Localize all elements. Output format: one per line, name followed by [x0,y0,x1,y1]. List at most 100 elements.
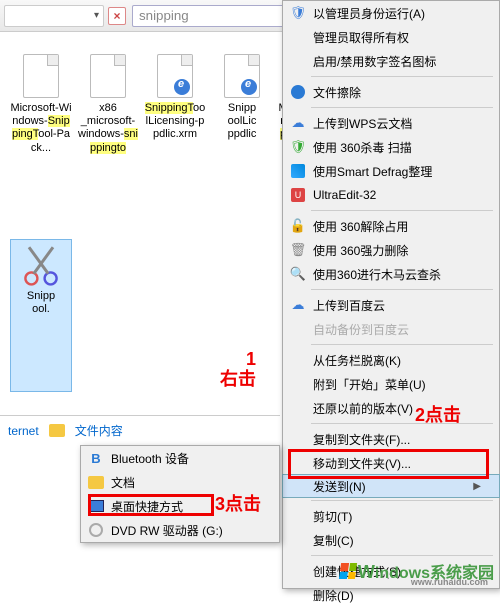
file-content-link[interactable]: 文件内容 [75,422,123,439]
menu-item-label: 使用 360强力删除 [313,242,408,259]
menu-item[interactable]: UUltraEdit-32 [283,183,499,207]
context-menu-main: 🛡以管理员身份运行(A)管理员取得所有权启用/禁用数字签名图标文件擦除☁上传到W… [282,0,500,589]
menu-item[interactable]: 🛡 以管理员身份运行(A) [283,1,499,25]
menu-item[interactable]: 使用Smart Defrag整理 [283,159,499,183]
clear-icon[interactable]: × [108,7,126,25]
menu-item[interactable]: 发送到(N) ▶ [282,474,500,498]
menu-item[interactable]: 附到「开始」菜单(U) [283,372,499,396]
watermark: Windows系统家园 www.ruhaidu.com [340,559,494,583]
filter-dropdown[interactable]: ▾ [4,5,104,27]
menu-item-icon: ☁ [289,296,307,314]
file-icon [151,52,199,100]
menu-item-label: DVD RW 驱动器 (G:) [111,522,223,539]
file-item[interactable]: SnippingToolLicensing-ppdlic.xrm [144,52,206,229]
menu-item[interactable]: 桌面快捷方式 [81,494,279,518]
file-item[interactable]: SnippoolLicppdlic [211,52,273,229]
submenu-arrow-icon: ▶ [473,481,481,492]
menu-item[interactable]: 文件擦除 [283,80,499,104]
menu-item-label: 剪切(T) [313,508,352,525]
menu-item[interactable]: BBluetooth 设备 [81,446,279,470]
menu-item[interactable]: DVD RW 驱动器 (G:) [81,518,279,542]
file-label: Microsoft-Windows-SnippingTool-Pack... [10,102,72,155]
menu-item-label: 移动到文件夹(V)... [313,455,411,472]
menu-item-icon: 🛡 [289,4,307,22]
file-label: SnippoolLicppdlic [228,102,257,142]
menu-item-label: 以管理员身份运行(A) [313,5,425,22]
menu-item-label: 发送到(N) [313,478,366,495]
menu-item-icon: 🗑 [289,241,307,259]
file-label: Snippool. [27,290,55,316]
menu-item[interactable]: 🔓 使用 360解除占用 [283,214,499,238]
menu-item-icon [289,320,307,338]
menu-separator [311,210,493,211]
menu-separator [311,555,493,556]
menu-item[interactable]: ☁上传到WPS云文档 [283,111,499,135]
file-icon [17,52,65,100]
menu-item-icon [289,454,307,472]
menu-item[interactable]: 🗑 使用 360强力删除 [283,238,499,262]
menu-separator [311,344,493,345]
menu-item-icon [289,162,307,180]
menu-separator [311,423,493,424]
menu-separator [311,76,493,77]
menu-item-label: 使用360进行木马云查杀 [313,266,441,283]
menu-item-label: 复制(C) [313,532,354,549]
file-item[interactable]: Snippool. [10,239,72,392]
menu-item-icon [289,531,307,549]
folder-icon [49,424,65,437]
menu-item-icon [289,375,307,393]
menu-item-label: 使用 360杀毒 扫描 [313,139,412,156]
menu-item-label: UltraEdit-32 [313,188,376,202]
menu-item[interactable]: 复制(C) [283,528,499,552]
menu-item[interactable]: 剪切(T) [283,504,499,528]
menu-item-label: 使用 360解除占用 [313,218,408,235]
menu-item-icon [289,83,307,101]
menu-item-icon: 🔓 [289,217,307,235]
menu-item-icon [87,521,105,539]
menu-item[interactable]: 移动到文件夹(V)... [283,451,499,475]
menu-item-icon [289,28,307,46]
menu-item[interactable]: 文档 [81,470,279,494]
menu-item[interactable]: 从任务栏脱离(K) [283,348,499,372]
file-icon [84,52,132,100]
menu-item-label: 自动备份到百度云 [313,321,409,338]
menu-item[interactable]: ☁上传到百度云 [283,293,499,317]
file-item[interactable]: Microsoft-Windows-SnippingTool-Pack... [10,52,72,229]
menu-item-icon: 🔍 [289,265,307,283]
menu-item[interactable]: 启用/禁用数字签名图标 [283,49,499,73]
menu-item-label: 桌面快捷方式 [111,498,183,515]
menu-separator [311,107,493,108]
menu-item[interactable]: 🛡 使用 360杀毒 扫描 [283,135,499,159]
menu-item[interactable]: 复制到文件夹(F)... [283,427,499,451]
menu-item-icon [87,497,105,515]
menu-item-icon: 🛡 [289,138,307,156]
menu-item[interactable]: 管理员取得所有权 [283,25,499,49]
menu-item-label: 文档 [111,474,135,491]
menu-item-icon [289,562,307,580]
menu-item-label: 复制到文件夹(F)... [313,431,410,448]
menu-item[interactable]: 还原以前的版本(V) [283,396,499,420]
menu-item-icon [289,430,307,448]
file-icon [17,240,65,288]
menu-item-icon [87,473,105,491]
menu-item-label: 附到「开始」菜单(U) [313,376,426,393]
menu-item: 自动备份到百度云 [283,317,499,341]
menu-item-label: 从任务栏脱离(K) [313,352,401,369]
menu-separator [311,500,493,501]
menu-item-label: 文件擦除 [313,84,361,101]
menu-item-label: 还原以前的版本(V) [313,400,413,417]
menu-item-icon [289,52,307,70]
file-label: SnippingToolLicensing-ppdlic.xrm [144,102,206,142]
file-label: x86_microsoft-windows-snippingto [77,102,139,155]
menu-item-icon [289,351,307,369]
menu-item-label: 使用Smart Defrag整理 [313,163,432,180]
file-item[interactable]: x86_microsoft-windows-snippingto [77,52,139,229]
menu-separator [311,289,493,290]
menu-item-icon [289,477,307,495]
chevron-down-icon: ▾ [94,10,99,21]
menu-item[interactable]: 🔍 使用360进行木马云查杀 [283,262,499,286]
menu-item-label: 上传到WPS云文档 [313,115,412,132]
menu-item-label: 删除(D) [313,587,354,604]
windows-flag-icon [339,563,357,579]
internet-link[interactable]: ternet [8,424,39,438]
